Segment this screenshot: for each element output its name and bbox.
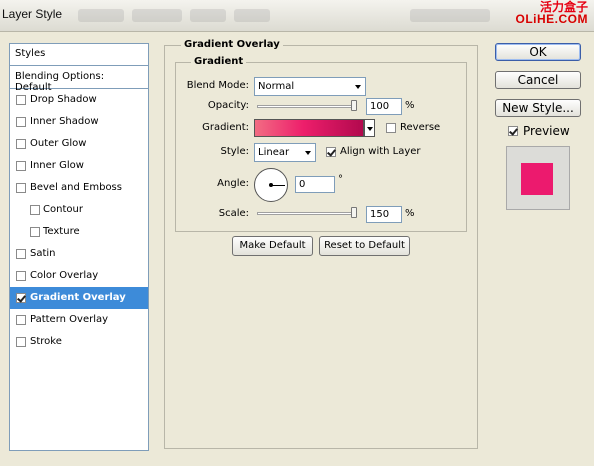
opacity-unit: % bbox=[405, 100, 415, 111]
style-item-label: Pattern Overlay bbox=[30, 314, 109, 325]
blending-options-item[interactable]: Blending Options: Default bbox=[10, 66, 148, 93]
title-bar-blur bbox=[234, 9, 270, 22]
inner-shadow-checkbox[interactable] bbox=[16, 117, 26, 127]
style-item-inner-glow[interactable]: Inner Glow bbox=[10, 155, 148, 177]
style-item-label: Inner Glow bbox=[30, 160, 84, 171]
gradient-swatch[interactable] bbox=[254, 119, 364, 137]
drop-shadow-checkbox[interactable] bbox=[16, 95, 26, 105]
align-with-layer-checkbox[interactable] bbox=[326, 147, 336, 157]
style-item-label: Satin bbox=[30, 248, 56, 259]
cancel-button[interactable]: Cancel bbox=[495, 71, 581, 89]
preview-checkbox[interactable] bbox=[508, 126, 518, 136]
title-bar-blur bbox=[410, 9, 490, 22]
style-item-label: Drop Shadow bbox=[30, 94, 97, 105]
style-item-outer-glow[interactable]: Outer Glow bbox=[10, 133, 148, 155]
scale-slider[interactable] bbox=[257, 212, 357, 215]
style-item-label: Color Overlay bbox=[30, 270, 99, 281]
style-item-color-overlay[interactable]: Color Overlay bbox=[10, 265, 148, 287]
inner-glow-checkbox[interactable] bbox=[16, 161, 26, 171]
style-item-label: Stroke bbox=[30, 336, 62, 347]
watermark: 活力盒子 OLiHE.COM bbox=[516, 1, 589, 25]
stroke-checkbox[interactable] bbox=[16, 337, 26, 347]
style-item-label: Texture bbox=[43, 226, 80, 237]
angle-dial[interactable] bbox=[254, 168, 288, 202]
style-value: Linear bbox=[258, 147, 290, 158]
opacity-label: Opacity: bbox=[207, 100, 249, 111]
make-default-button[interactable]: Make Default bbox=[232, 236, 313, 256]
section-title: Gradient Overlay bbox=[181, 39, 283, 50]
blend-mode-value: Normal bbox=[258, 81, 295, 92]
title-bar-blur bbox=[132, 9, 182, 22]
texture-checkbox[interactable] bbox=[30, 227, 40, 237]
blend-mode-select[interactable]: Normal bbox=[254, 77, 366, 96]
pattern-overlay-checkbox[interactable] bbox=[16, 315, 26, 325]
style-item-texture[interactable]: Texture bbox=[10, 221, 148, 243]
opacity-slider-thumb[interactable] bbox=[351, 100, 357, 111]
scale-slider-thumb[interactable] bbox=[351, 207, 357, 218]
gradient-picker-button[interactable] bbox=[364, 119, 375, 137]
angle-needle bbox=[271, 185, 285, 186]
chevron-down-icon bbox=[367, 127, 373, 131]
style-item-stroke[interactable]: Stroke bbox=[10, 331, 148, 353]
watermark-line2: OLiHE.COM bbox=[515, 12, 588, 26]
scale-label: Scale: bbox=[218, 208, 249, 219]
style-label: Style: bbox=[220, 146, 250, 157]
style-item-gradient-overlay[interactable]: Gradient Overlay bbox=[10, 287, 148, 309]
style-item-drop-shadow[interactable]: Drop Shadow bbox=[10, 89, 148, 111]
title-bar-blur bbox=[78, 9, 124, 22]
reset-to-default-button[interactable]: Reset to Default bbox=[319, 236, 410, 256]
gradient-label: Gradient: bbox=[202, 122, 249, 133]
style-item-label: Outer Glow bbox=[30, 138, 87, 149]
style-item-label: Gradient Overlay bbox=[30, 292, 126, 303]
style-item-satin[interactable]: Satin bbox=[10, 243, 148, 265]
reverse-label: Reverse bbox=[400, 122, 441, 133]
opacity-input[interactable]: 100 bbox=[366, 98, 402, 115]
angle-label: Angle: bbox=[217, 178, 249, 189]
color-overlay-checkbox[interactable] bbox=[16, 271, 26, 281]
reverse-checkbox[interactable] bbox=[386, 123, 396, 133]
new-style-button[interactable]: New Style... bbox=[495, 99, 581, 117]
title-bar-blur bbox=[190, 9, 226, 22]
style-item-label: Bevel and Emboss bbox=[30, 182, 122, 193]
preview-box bbox=[506, 146, 570, 210]
gradient-overlay-checkbox[interactable] bbox=[16, 293, 26, 303]
preview-swatch bbox=[521, 163, 553, 195]
style-item-inner-shadow[interactable]: Inner Shadow bbox=[10, 111, 148, 133]
window-title: Layer Style bbox=[2, 7, 63, 21]
style-select[interactable]: Linear bbox=[254, 143, 316, 162]
satin-checkbox[interactable] bbox=[16, 249, 26, 259]
bevel-and-emboss-checkbox[interactable] bbox=[16, 183, 26, 193]
angle-unit: ° bbox=[338, 174, 343, 185]
style-item-label: Inner Shadow bbox=[30, 116, 99, 127]
group-title: Gradient bbox=[191, 56, 247, 67]
angle-center-dot bbox=[269, 183, 273, 187]
title-bar: Layer Style 活力盒子 OLiHE.COM bbox=[0, 0, 594, 32]
style-list: Drop Shadow Inner Shadow Outer Glow Inner G… bbox=[10, 89, 148, 353]
preview-label: Preview bbox=[523, 124, 570, 138]
style-item-pattern-overlay[interactable]: Pattern Overlay bbox=[10, 309, 148, 331]
styles-header[interactable]: Styles bbox=[10, 44, 148, 66]
chevron-down-icon bbox=[355, 85, 361, 89]
style-item-bevel-and-emboss[interactable]: Bevel and Emboss bbox=[10, 177, 148, 199]
ok-button[interactable]: OK bbox=[495, 43, 581, 61]
angle-input[interactable]: 0 bbox=[295, 176, 335, 193]
outer-glow-checkbox[interactable] bbox=[16, 139, 26, 149]
style-item-label: Contour bbox=[43, 204, 83, 215]
styles-panel: Styles Blending Options: Default Drop Sh… bbox=[9, 43, 149, 451]
style-item-contour[interactable]: Contour bbox=[10, 199, 148, 221]
opacity-slider[interactable] bbox=[257, 105, 357, 108]
align-with-layer-label: Align with Layer bbox=[340, 146, 421, 157]
contour-checkbox[interactable] bbox=[30, 205, 40, 215]
chevron-down-icon bbox=[305, 151, 311, 155]
blend-mode-label: Blend Mode: bbox=[186, 80, 249, 91]
scale-unit: % bbox=[405, 208, 415, 219]
scale-input[interactable]: 150 bbox=[366, 206, 402, 223]
